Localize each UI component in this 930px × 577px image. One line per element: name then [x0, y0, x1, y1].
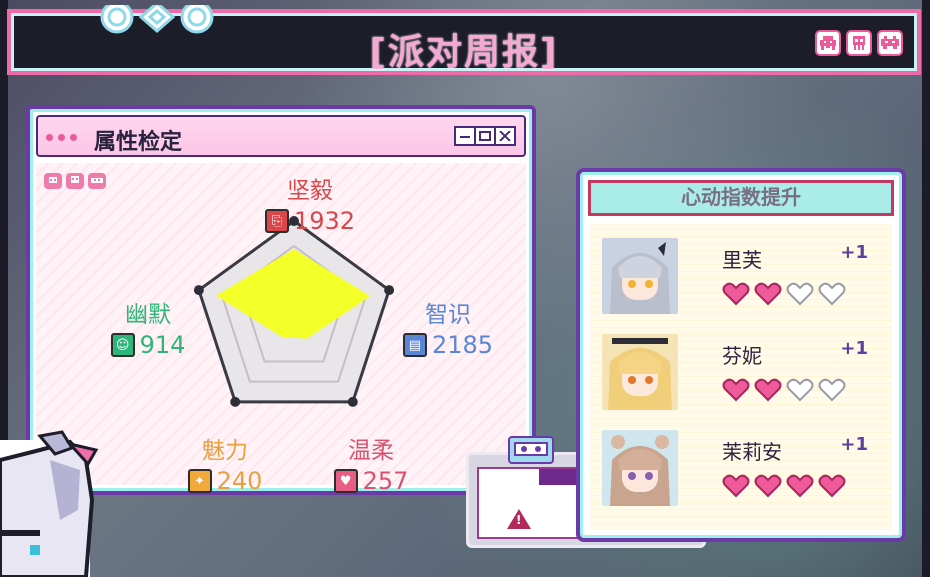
radar-vertex-gentleness	[347, 396, 358, 407]
radar-vertex-humor	[193, 285, 204, 296]
character-name: 茉莉安	[722, 440, 782, 464]
invader-icon	[815, 30, 841, 56]
minimize-icon[interactable]	[454, 126, 476, 146]
stat-intellect: 智识 ▤ 2185	[388, 295, 508, 359]
titlebar-dots-icon	[46, 134, 77, 141]
skull-invader-icon	[846, 30, 872, 56]
affection-title: 心动指数提升	[588, 180, 894, 216]
top-banner: [派对周报]	[7, 5, 921, 75]
book-icon: ▤	[402, 333, 427, 357]
heart-filled-icon	[722, 378, 750, 402]
joker-icon: ☺	[110, 333, 135, 357]
stat-charm: 魅力 ✦ 240	[170, 431, 280, 495]
attribute-window-titlebar: 属性检定	[36, 115, 526, 157]
heart-filled-icon	[818, 474, 846, 498]
maximize-icon[interactable]	[474, 126, 496, 146]
stat-gentleness: 温柔 ♥ 257	[316, 431, 426, 495]
heart-empty-icon	[818, 282, 846, 306]
list-item: 芬妮 +1	[602, 334, 892, 412]
character-name: 芬妮	[722, 344, 762, 368]
stat-value: 240	[216, 467, 263, 495]
close-icon[interactable]	[494, 126, 516, 146]
stat-name: 坚毅	[287, 178, 333, 204]
character-name: 里芙	[722, 248, 762, 272]
warning-icon: !	[507, 509, 531, 529]
character-portrait	[602, 238, 678, 314]
page-title: [派对周报]	[369, 32, 559, 73]
heart-empty-icon	[786, 282, 814, 306]
character-portrait	[602, 334, 678, 410]
stat-value: 2185	[431, 331, 494, 359]
sparkle-icon: ✦	[187, 469, 212, 493]
stat-name: 幽默	[125, 302, 171, 328]
toughness-icon: ⎘	[264, 209, 289, 233]
window-controls	[454, 126, 516, 146]
stat-humor: 幽默 ☺ 914	[98, 295, 198, 359]
stat-value: 914	[139, 331, 186, 359]
stat-value: 257	[362, 467, 409, 495]
stat-name: 智识	[425, 302, 471, 328]
heart-icon: ♥	[333, 469, 358, 493]
list-item: 茉莉安 +1	[602, 430, 892, 508]
header-icon-group	[815, 30, 903, 56]
stat-name: 魅力	[202, 438, 248, 464]
heart-filled-icon	[754, 282, 782, 306]
list-item: 里芙 +1	[602, 238, 892, 316]
cassette-icon	[508, 436, 554, 464]
stat-name: 温柔	[348, 438, 394, 464]
radar-vertex-charm	[230, 396, 241, 407]
stat-toughness: 坚毅 ⎘ 1932	[250, 171, 370, 235]
crab-invader-icon	[877, 30, 903, 56]
heart-filled-icon	[754, 474, 782, 498]
heart-empty-icon	[818, 378, 846, 402]
heart-filled-icon	[722, 474, 750, 498]
heart-meter	[722, 282, 846, 306]
affection-gain: +1	[840, 434, 868, 455]
affection-window: 心动指数提升 里芙 +1 芬妮 +1 茉莉安 +1	[576, 168, 906, 542]
player-character-sprite	[0, 430, 99, 577]
stat-value: 1932	[293, 207, 356, 235]
affection-gain: +1	[840, 242, 868, 263]
attribute-window-title: 属性检定	[94, 130, 183, 155]
heart-empty-icon	[786, 378, 814, 402]
affection-gain: +1	[840, 338, 868, 359]
heart-filled-icon	[754, 378, 782, 402]
character-portrait	[602, 430, 678, 506]
affection-list: 里芙 +1 芬妮 +1 茉莉安 +1	[590, 224, 892, 530]
heart-filled-icon	[722, 282, 750, 306]
heart-meter	[722, 474, 846, 498]
heart-meter	[722, 378, 846, 402]
heart-filled-icon	[786, 474, 814, 498]
radar-vertex-intellect	[384, 285, 395, 296]
